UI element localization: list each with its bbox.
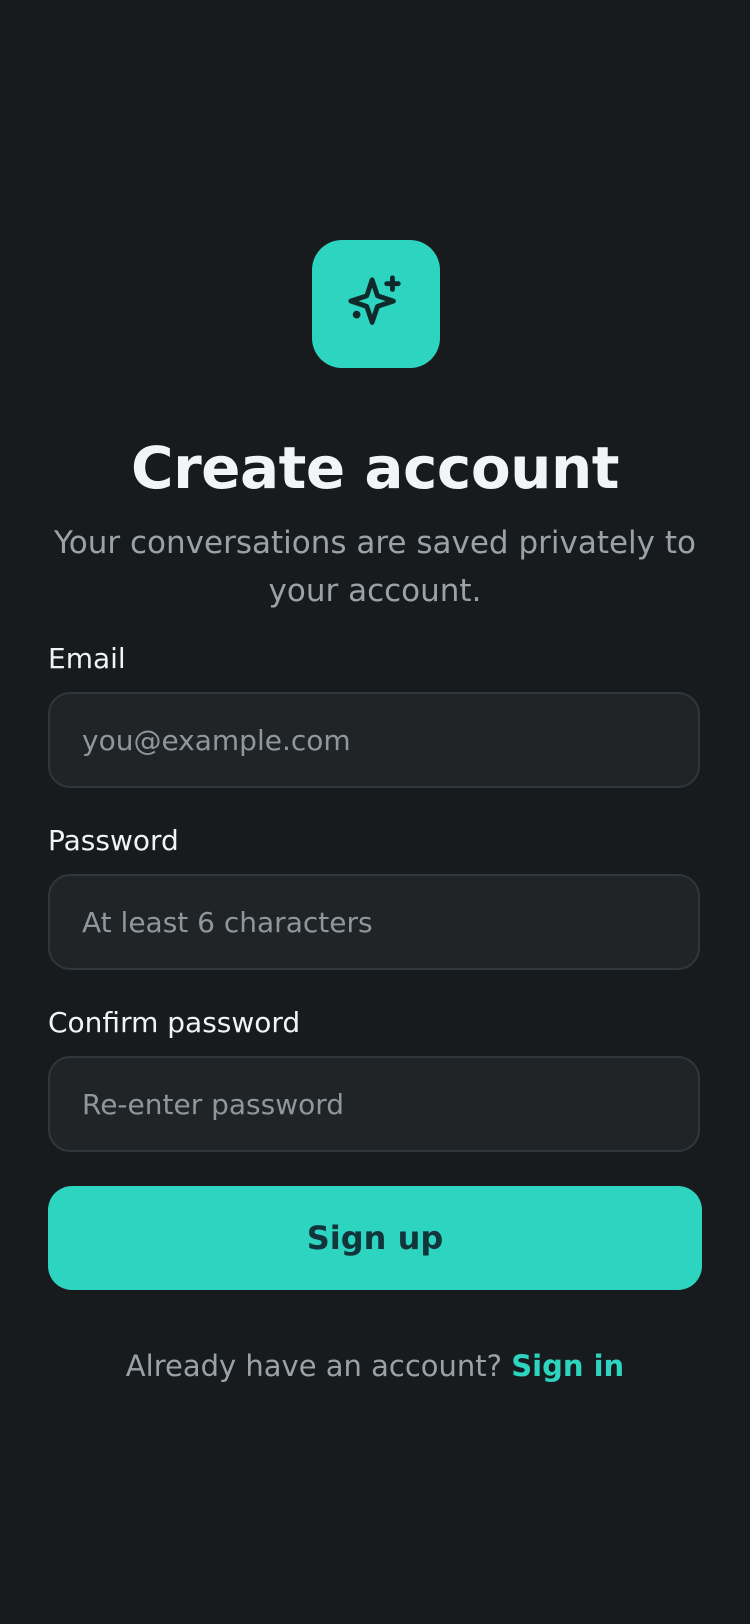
password-field-container[interactable]: [48, 874, 700, 970]
page-subtitle: Your conversations are saved privately t…: [53, 525, 696, 609]
sign-in-prompt-text: Already have an account?: [125, 1349, 503, 1383]
confirm-password-field-container[interactable]: [48, 1056, 700, 1152]
sparkles-icon: [348, 275, 401, 325]
page-title: Create account: [131, 433, 619, 502]
sign-up-button-label: Sign up: [306, 1219, 444, 1257]
confirm-password-label: Confirm password: [48, 1006, 301, 1039]
sign-in-link[interactable]: Sign in: [511, 1349, 624, 1383]
confirm-password-input[interactable]: [82, 1058, 666, 1150]
password-label: Password: [48, 824, 179, 857]
sign-up-button[interactable]: Sign up: [48, 1186, 702, 1290]
email-field-container[interactable]: [48, 692, 700, 788]
password-input[interactable]: [82, 876, 666, 968]
sign-in-prompt: Already have an account? Sign in: [0, 1346, 750, 1386]
email-input[interactable]: [82, 694, 666, 786]
create-account-screen: Create account Your conversations are sa…: [0, 0, 750, 1624]
app-logo: [312, 240, 440, 368]
email-label: Email: [48, 642, 126, 675]
